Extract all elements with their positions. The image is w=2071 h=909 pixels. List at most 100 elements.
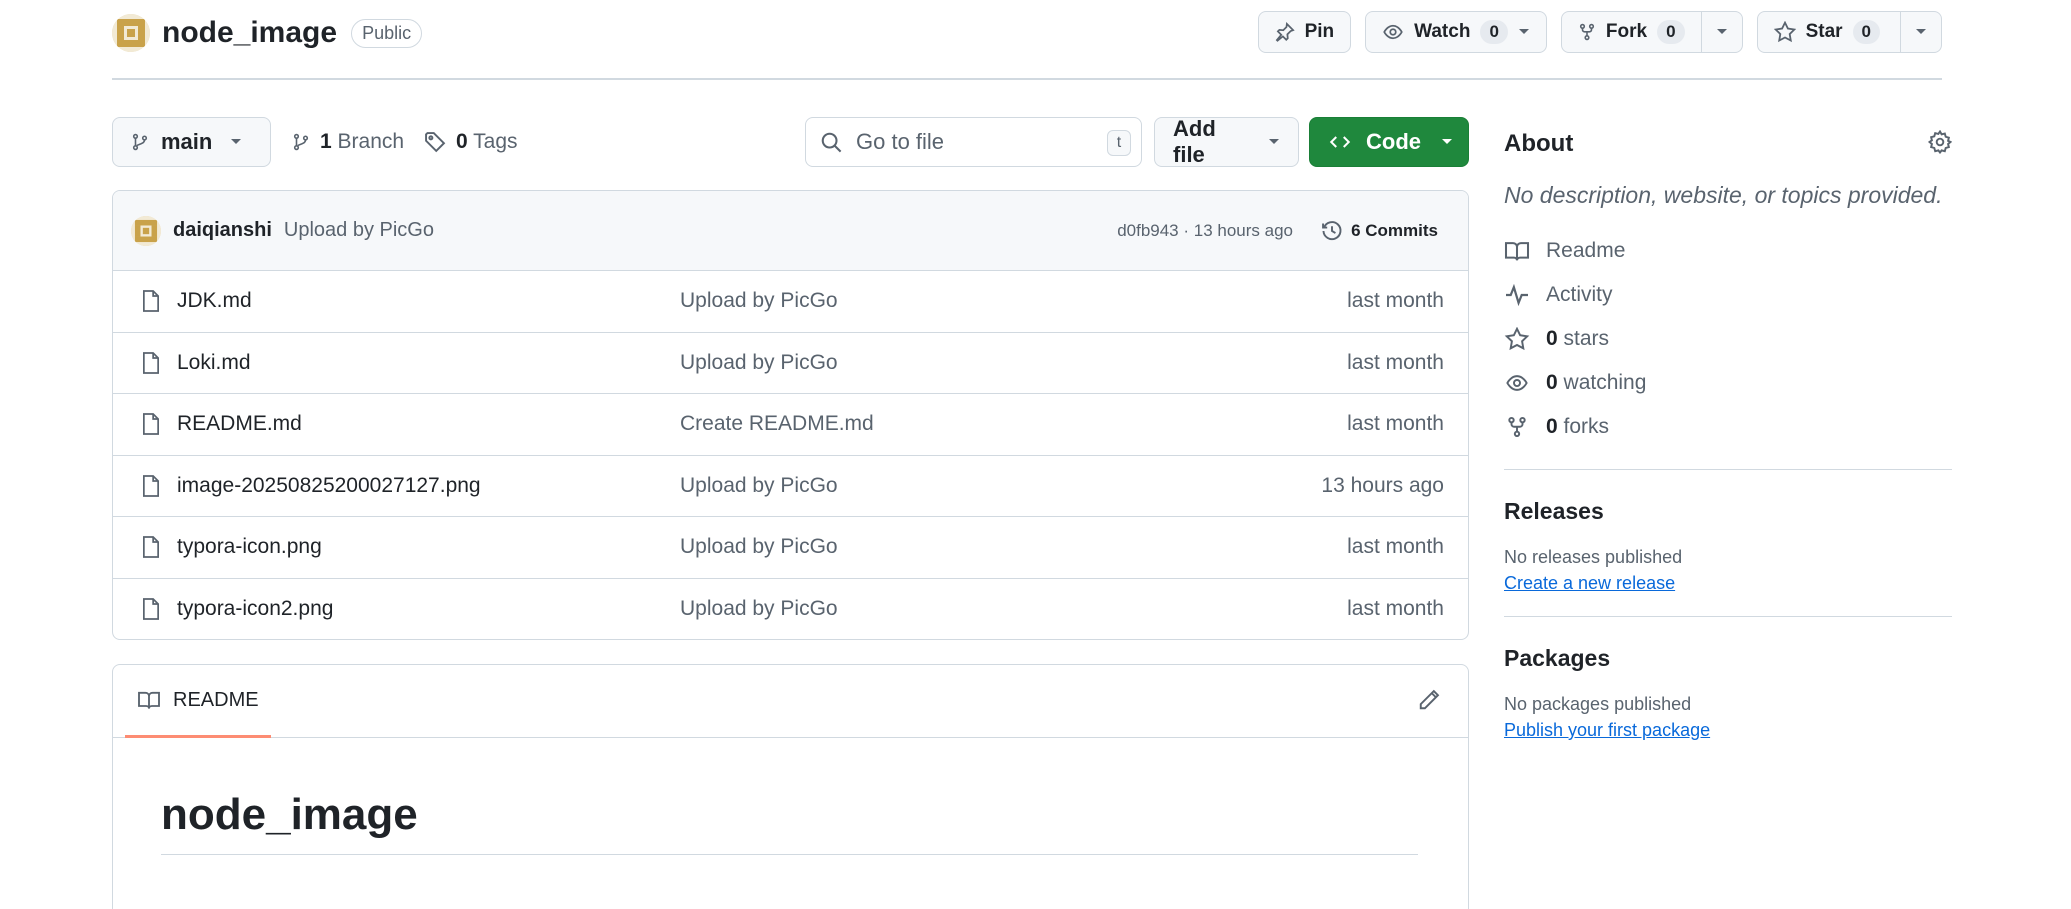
releases-title[interactable]: Releases [1504,498,1952,525]
about-description: No description, website, or topics provi… [1504,182,1943,208]
repo-actions: Pin Watch 0 Fork 0 Star 0 [1257,11,1942,53]
repo-title: node_image Public [112,14,423,52]
star-dropdown-button[interactable] [1900,12,1941,52]
pin-icon [1275,22,1295,42]
packages-empty-text: No packages published [1504,694,1692,714]
pencil-icon[interactable] [1418,689,1440,711]
table-row[interactable]: typora-icon2.png Upload by PicGo last mo… [113,579,1468,640]
repo-forked-icon [1504,416,1530,438]
file-icon [141,474,161,498]
watch-count: 0 [1480,20,1508,44]
file-name[interactable]: typora-icon2.png [177,597,333,621]
go-to-file-input[interactable]: Go to file t [805,117,1142,167]
eye-icon [1382,22,1404,42]
table-row[interactable]: Loki.md Upload by PicGo last month [113,333,1468,394]
author-avatar-icon[interactable] [131,215,161,246]
forks-label: forks [1563,415,1610,438]
file-name[interactable]: Loki.md [177,351,251,375]
file-name[interactable]: typora-icon.png [177,535,322,559]
star-icon [1504,327,1530,351]
repo-sidebar: About No description, website, or topics… [1504,120,1952,741]
tag-icon [424,131,446,153]
file-commit-message[interactable]: Upload by PicGo [680,535,838,559]
table-row[interactable]: typora-icon.png Upload by PicGo last mon… [113,517,1468,579]
pulse-icon [1504,284,1530,306]
file-date: last month [1347,350,1444,374]
watching-label: watching [1563,371,1647,394]
readme-link[interactable]: Readme [1504,229,1952,273]
branch-select-button[interactable]: main [112,117,271,167]
file-name[interactable]: image-20250825200027127.png [177,474,481,498]
add-file-button[interactable]: Add file [1154,116,1299,167]
branch-label: Branch [337,130,405,153]
readme-heading: node_image [161,790,1418,855]
triangle-down-icon [230,138,242,146]
file-commit-message[interactable]: Upload by PicGo [680,597,838,621]
about-title: About [1504,130,1574,157]
search-shortcut-key: t [1107,130,1131,156]
gear-icon[interactable] [1928,130,1952,154]
code-button[interactable]: Code [1309,117,1469,167]
repo-name[interactable]: node_image [162,16,337,50]
publish-package-link[interactable]: Publish your first package [1504,720,1952,741]
book-icon [137,690,161,710]
history-icon [1321,220,1343,242]
forks-count: 0 [1546,415,1558,438]
stars-count: 0 [1546,327,1558,350]
watching-count: 0 [1546,371,1558,394]
file-date: last month [1347,535,1444,559]
file-icon [141,351,161,375]
tab-readme[interactable]: README [125,665,271,738]
table-row[interactable]: README.md Create README.md last month [113,394,1468,456]
commit-meta[interactable]: d0fb943 · 13 hours ago [1117,221,1293,241]
watching-link[interactable]: 0 watching [1504,361,1952,405]
stars-label: stars [1563,327,1610,350]
commits-label: 6 Commits [1351,220,1438,240]
pin-label: Pin [1304,21,1335,42]
add-file-label: Add file [1173,116,1216,167]
triangle-down-icon [1716,28,1728,36]
fork-count: 0 [1657,20,1685,44]
file-list: daiqianshi Upload by PicGo d0fb943 · 13 … [112,190,1469,640]
packages-title[interactable]: Packages [1504,645,1952,672]
releases-section: Releases No releases published Create a … [1504,470,1952,594]
activity-label: Activity [1546,283,1613,306]
fork-label: Fork [1605,21,1648,42]
search-icon [820,131,842,153]
file-date: last month [1347,597,1444,621]
fork-dropdown-button[interactable] [1700,12,1742,52]
triangle-down-icon [1915,28,1927,36]
watch-button[interactable]: Watch 0 [1365,11,1547,53]
activity-link[interactable]: Activity [1504,273,1952,317]
code-label: Code [1366,129,1421,154]
file-date: 13 hours ago [1321,473,1444,497]
about-section: About No description, website, or topics… [1504,120,1952,449]
releases-empty-text: No releases published [1504,547,1683,567]
file-name[interactable]: README.md [177,412,302,436]
branch-count: 1 [320,130,332,153]
file-commit-message[interactable]: Create README.md [680,412,874,436]
forks-link[interactable]: 0 forks [1504,405,1952,449]
file-commit-message[interactable]: Upload by PicGo [680,351,838,375]
file-commit-message[interactable]: Upload by PicGo [680,289,838,313]
create-release-link[interactable]: Create a new release [1504,573,1952,594]
table-row[interactable]: JDK.md Upload by PicGo last month [113,271,1468,333]
table-row[interactable]: image-20250825200027127.png Upload by Pi… [113,456,1468,517]
star-button[interactable]: Star 0 [1756,11,1942,53]
stars-link[interactable]: 0 stars [1504,317,1952,361]
packages-section: Packages No packages published Publish y… [1504,617,1952,741]
fork-button[interactable]: Fork 0 [1560,11,1743,53]
commits-link[interactable]: 6 Commits [1321,220,1438,242]
tags-link[interactable]: 0 Tags [424,117,518,167]
file-commit-message[interactable]: Upload by PicGo [680,474,838,498]
file-navigation-toolbar: main 1 Branch 0 Tags Go to file t Add fi… [112,116,1469,167]
file-name[interactable]: JDK.md [177,289,252,313]
repo-avatar-icon[interactable] [112,14,150,52]
branches-link[interactable]: 1 Branch [292,117,404,167]
repo-forked-icon [1578,22,1596,42]
commit-message[interactable]: Upload by PicGo [284,219,434,242]
go-to-file-placeholder: Go to file [856,129,945,154]
pin-button[interactable]: Pin [1257,11,1352,53]
git-branch-icon [292,132,310,152]
commit-author[interactable]: daiqianshi [173,219,272,242]
